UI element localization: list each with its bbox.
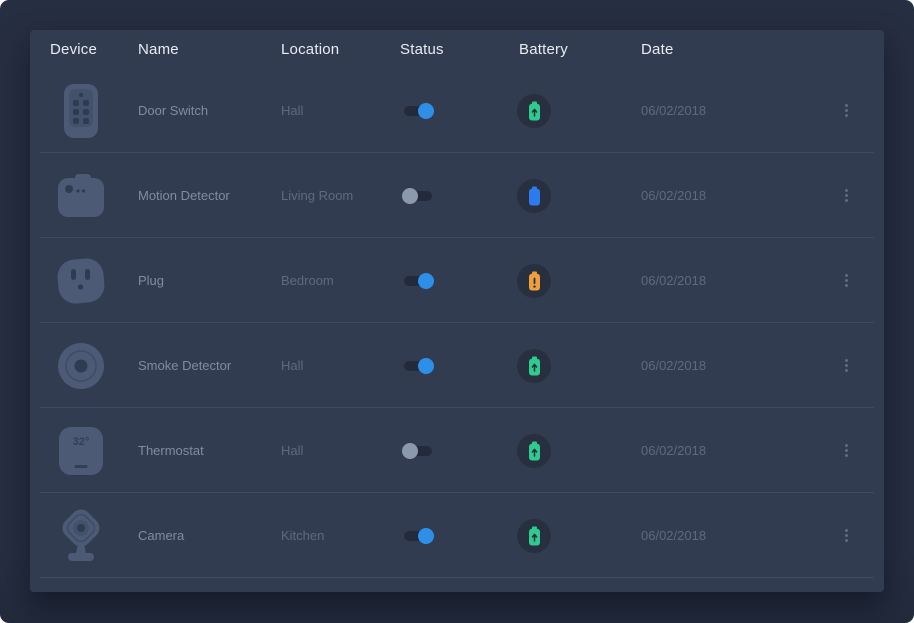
device-name: Motion Detector bbox=[138, 188, 230, 203]
toggle-knob bbox=[418, 358, 434, 374]
status-toggle[interactable] bbox=[404, 446, 432, 456]
status-toggle[interactable] bbox=[404, 106, 432, 116]
table-row: Camera Kitchen 06/02/2018 bbox=[30, 493, 884, 578]
device-location: Living Room bbox=[281, 188, 353, 203]
battery-indicator bbox=[517, 94, 551, 128]
app-background: Device Name Location Status Battery Date… bbox=[0, 0, 914, 623]
remote-icon bbox=[50, 80, 112, 142]
device-location: Hall bbox=[281, 443, 303, 458]
device-date: 06/02/2018 bbox=[641, 103, 706, 118]
device-date: 06/02/2018 bbox=[641, 528, 706, 543]
column-header-battery: Battery bbox=[519, 41, 641, 58]
kebab-menu-icon[interactable] bbox=[840, 440, 852, 461]
status-toggle[interactable] bbox=[404, 276, 432, 286]
toggle-knob bbox=[402, 188, 418, 204]
kebab-menu-icon[interactable] bbox=[840, 525, 852, 546]
table-row: Door Switch Hall 06/02/2018 bbox=[30, 68, 884, 153]
plug-icon bbox=[50, 250, 112, 312]
device-location: Kitchen bbox=[281, 528, 324, 543]
toggle-knob bbox=[418, 103, 434, 119]
devices-table: Device Name Location Status Battery Date… bbox=[30, 30, 884, 592]
thermostat-icon: 32° bbox=[50, 420, 112, 482]
column-header-location: Location bbox=[281, 41, 400, 58]
column-header-device: Device bbox=[50, 41, 138, 58]
device-name: Camera bbox=[138, 528, 184, 543]
device-date: 06/02/2018 bbox=[641, 188, 706, 203]
battery-indicator bbox=[517, 349, 551, 383]
table-row: Smoke Detector Hall 06/02/2018 bbox=[30, 323, 884, 408]
smoke-detector-icon bbox=[50, 335, 112, 397]
toggle-knob bbox=[418, 528, 434, 544]
motion-detector-icon bbox=[50, 165, 112, 227]
device-name: Door Switch bbox=[138, 103, 208, 118]
battery-indicator bbox=[517, 434, 551, 468]
device-date: 06/02/2018 bbox=[641, 358, 706, 373]
device-location: Hall bbox=[281, 358, 303, 373]
device-name: Thermostat bbox=[138, 443, 204, 458]
device-location: Hall bbox=[281, 103, 303, 118]
toggle-knob bbox=[418, 273, 434, 289]
table-row: Plug Bedroom 06/02/2018 bbox=[30, 238, 884, 323]
battery-indicator bbox=[517, 179, 551, 213]
device-name: Plug bbox=[138, 273, 164, 288]
device-name: Smoke Detector bbox=[138, 358, 231, 373]
status-toggle[interactable] bbox=[404, 361, 432, 371]
kebab-menu-icon[interactable] bbox=[840, 100, 852, 121]
device-date: 06/02/2018 bbox=[641, 443, 706, 458]
device-date: 06/02/2018 bbox=[641, 273, 706, 288]
column-header-date: Date bbox=[641, 41, 842, 58]
table-body: Door Switch Hall 06/02/2018 Motion Detec… bbox=[30, 68, 884, 578]
status-toggle[interactable] bbox=[404, 191, 432, 201]
column-header-name: Name bbox=[138, 41, 281, 58]
column-header-status: Status bbox=[400, 41, 519, 58]
battery-indicator bbox=[517, 264, 551, 298]
camera-icon bbox=[50, 505, 112, 567]
status-toggle[interactable] bbox=[404, 531, 432, 541]
toggle-knob bbox=[402, 443, 418, 459]
kebab-menu-icon[interactable] bbox=[840, 355, 852, 376]
kebab-menu-icon[interactable] bbox=[840, 270, 852, 291]
device-location: Bedroom bbox=[281, 273, 334, 288]
table-row: 32° Thermostat Hall 06/02/2018 bbox=[30, 408, 884, 493]
battery-indicator bbox=[517, 519, 551, 553]
table-row: Motion Detector Living Room 06/02/2018 bbox=[30, 153, 884, 238]
kebab-menu-icon[interactable] bbox=[840, 185, 852, 206]
table-header: Device Name Location Status Battery Date bbox=[30, 30, 884, 68]
